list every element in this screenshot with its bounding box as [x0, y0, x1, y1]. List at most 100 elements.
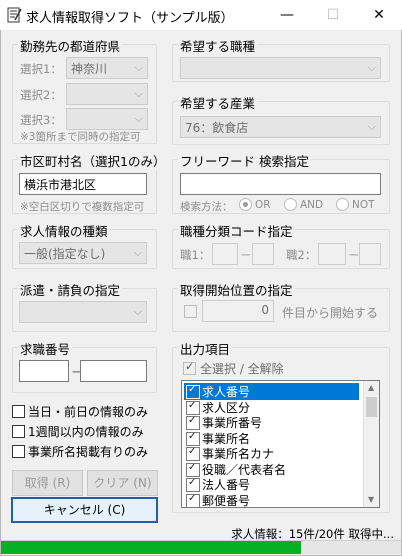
job-number-input-1[interactable]	[19, 360, 69, 382]
filter-checkbox-week[interactable]	[12, 425, 25, 438]
list-item[interactable]: 役職／代表者名	[184, 461, 359, 478]
chevron-down-icon: ⌵	[367, 61, 376, 74]
list-item-label: 法人番号	[202, 478, 251, 492]
title-bar: 求人情報取得ソフト（サンプル版） — ☐ ✕	[0, 0, 402, 30]
city-input[interactable]: 横浜市港北区	[19, 173, 147, 195]
occupation-label: 希望する職種	[178, 36, 258, 55]
window-title: 求人情報取得ソフト（サンプル版）	[26, 11, 234, 26]
filter-label-name: 事業所名掲載有りのみ	[28, 445, 149, 459]
chevron-down-icon: ⌵	[134, 112, 143, 125]
clear-button[interactable]: クリア (N)	[87, 470, 158, 496]
list-item-label: 求人区分	[202, 400, 251, 415]
select2-label: 選択2：	[20, 88, 62, 102]
fetch-button[interactable]: 取得 (R)	[12, 470, 83, 496]
scrollbar-thumb[interactable]	[366, 397, 377, 417]
job1-dash: －	[240, 248, 252, 262]
list-item-label: 求人番号	[202, 385, 251, 399]
select3-label: 選択3：	[20, 113, 62, 127]
list-item-checkbox[interactable]	[186, 462, 200, 477]
job1-input-a[interactable]	[212, 243, 238, 265]
list-item-label: 郵便番号	[202, 493, 251, 508]
prefecture-label: 勤務先の都道府県	[18, 36, 123, 55]
list-item-checkbox[interactable]	[186, 493, 200, 508]
progress-bar	[1, 540, 401, 554]
job2-label: 職2：	[286, 248, 317, 262]
chevron-down-icon: ⌵	[367, 120, 376, 133]
list-item-checkbox[interactable]	[186, 400, 200, 415]
chevron-down-icon: ⌵	[133, 305, 142, 318]
list-item-checkbox[interactable]	[186, 415, 200, 430]
job-number-label: 求職番号	[18, 339, 73, 358]
industry-select[interactable]: 76：飲食店 ⌵	[180, 116, 381, 138]
start-position-input[interactable]: 0	[202, 300, 274, 322]
list-item-label: 事業所番号	[202, 416, 263, 430]
job2-dash: －	[348, 248, 360, 262]
close-button[interactable]: ✕	[356, 0, 402, 30]
radio-and-label: AND	[300, 199, 324, 211]
dispatch-label: 派遣・請負の指定	[18, 280, 123, 299]
select1-label: 選択1：	[20, 62, 62, 76]
list-item[interactable]: 事業所名	[184, 430, 359, 447]
list-item[interactable]: 郵便番号	[184, 492, 359, 509]
minimize-button[interactable]: —	[264, 0, 310, 30]
job2-input-b[interactable]	[359, 243, 381, 265]
output-label: 出力項目	[178, 339, 233, 358]
output-list[interactable]: 求人番号求人区分事業所番号事業所名事業所名カナ役職／代表者名法人番号郵便番号 ▲…	[181, 380, 380, 508]
radio-or[interactable]	[239, 198, 252, 211]
radio-not-label: NOT	[352, 199, 375, 211]
job1-input-b[interactable]	[252, 243, 274, 265]
list-item-label: 事業所名カナ	[202, 447, 275, 461]
keyword-label: フリーワード 検索指定	[178, 151, 311, 170]
list-item[interactable]: 求人番号	[184, 383, 359, 400]
list-item[interactable]: 事業所名カナ	[184, 445, 359, 462]
dispatch-select[interactable]: ⌵	[19, 301, 147, 323]
city-note: ※空白区切りで複数指定可	[20, 201, 145, 213]
list-item[interactable]: 法人番号	[184, 476, 359, 493]
chevron-down-icon: ⌵	[133, 246, 142, 259]
job1-label: 職1：	[180, 248, 211, 262]
prefecture-note: ※3箇所まで同時の指定可	[20, 131, 141, 143]
filter-checkbox-today[interactable]	[12, 405, 25, 418]
search-method-label: 検索方法：	[180, 201, 233, 213]
filter-label-today: 当日・前日の情報のみ	[28, 405, 149, 419]
scrollbar[interactable]: ▲ ▼	[363, 381, 379, 507]
job-number-input-2[interactable]	[80, 360, 147, 382]
filter-label-week: 1週間以内の情報のみ	[28, 425, 144, 439]
select-all-label: 全選択 / 全解除	[200, 362, 284, 376]
start-position-label: 取得開始位置の指定	[178, 280, 295, 299]
category-code-label: 職種分類コード指定	[178, 221, 295, 240]
radio-or-label: OR	[255, 199, 271, 211]
list-item-label: 役職／代表者名	[202, 462, 287, 477]
keyword-input[interactable]	[180, 173, 381, 195]
industry-label: 希望する産業	[178, 93, 258, 112]
radio-not[interactable]	[336, 198, 349, 211]
job-type-label: 求人情報の種類	[18, 221, 110, 240]
list-item-checkbox[interactable]	[186, 431, 200, 446]
list-item-checkbox[interactable]	[186, 446, 200, 461]
prefecture-select-2[interactable]: ⌵	[66, 83, 148, 105]
status-bar: 求人情報：15件/20件 取得中...	[0, 525, 400, 541]
city-label: 市区町村名（選択1のみ）	[18, 151, 168, 170]
filter-checkbox-name[interactable]	[12, 445, 25, 458]
list-item[interactable]: 求人区分	[184, 399, 359, 416]
maximize-button[interactable]: ☐	[310, 0, 356, 30]
prefecture-select-1[interactable]: 神奈川 ⌵	[66, 57, 148, 79]
list-item-label: 事業所名	[202, 431, 251, 446]
prefecture-select-3[interactable]: ⌵	[66, 108, 148, 130]
radio-and[interactable]	[284, 198, 297, 211]
start-position-suffix: 件目から開始する	[282, 306, 379, 320]
scroll-up-icon[interactable]: ▲	[368, 383, 374, 392]
occupation-select[interactable]: ⌵	[180, 57, 381, 79]
chevron-down-icon: ⌵	[134, 87, 143, 100]
scroll-down-icon[interactable]: ▼	[368, 495, 374, 504]
job-type-select[interactable]: 一般(指定なし) ⌵	[19, 242, 147, 264]
app-icon	[6, 6, 22, 24]
list-item-checkbox[interactable]	[186, 384, 200, 399]
list-item[interactable]: 事業所番号	[184, 414, 359, 431]
cancel-button[interactable]: キャンセル (C)	[11, 497, 158, 523]
start-position-checkbox[interactable]	[184, 305, 197, 318]
chevron-down-icon: ⌵	[134, 61, 143, 74]
select-all-checkbox[interactable]	[183, 360, 196, 375]
job2-input-a[interactable]	[318, 243, 346, 265]
list-item-checkbox[interactable]	[186, 477, 200, 492]
